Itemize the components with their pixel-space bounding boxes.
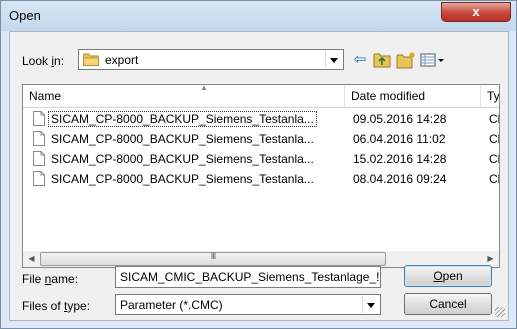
files-of-type-label: Files of type: <box>22 299 91 313</box>
dialog-title: Open <box>9 8 41 23</box>
file-type-dropdown[interactable]: Parameter (*.CMC) <box>115 294 381 315</box>
look-in-dropdown[interactable]: export <box>78 49 344 70</box>
file-date: 08.04.2016 09:24 <box>353 172 447 186</box>
close-button[interactable]: x <box>441 2 511 22</box>
dialog-body: Look in: export ⇦ ▲ Name Date modified T… <box>9 31 509 321</box>
scroll-left-icon[interactable]: ◀ <box>23 251 40 267</box>
chevron-down-icon[interactable] <box>325 51 342 68</box>
file-date: 09.05.2016 14:28 <box>353 112 447 126</box>
file-list[interactable]: ▲ Name Date modified Ty SICAM_CP-8000_BA… <box>22 84 500 254</box>
folder-icon <box>83 53 99 66</box>
file-date: 06.04.2016 11:02 <box>353 132 446 146</box>
file-row[interactable]: SICAM_CP-8000_BACKUP_Siemens_Testanla...… <box>23 130 500 148</box>
list-header: ▲ Name Date modified Ty <box>23 85 499 108</box>
look-in-label: Look in: <box>22 54 65 68</box>
file-type-value: Parameter (*.CMC) <box>120 298 223 312</box>
file-type: Cl <box>489 132 500 146</box>
back-arrow-icon[interactable]: ⇦ <box>350 50 370 70</box>
cancel-button[interactable]: Cancel <box>404 293 492 315</box>
file-date: 15.02.2016 14:28 <box>353 152 447 166</box>
column-header-date-modified[interactable]: Date modified <box>345 85 481 107</box>
file-row[interactable]: SICAM_CP-8000_BACKUP_Siemens_Testanla...… <box>23 150 500 168</box>
close-icon: x <box>472 4 480 19</box>
file-name-label: File name: <box>22 272 79 286</box>
up-folder-icon[interactable] <box>373 51 391 69</box>
column-header-type[interactable]: Ty <box>481 85 499 107</box>
open-button[interactable]: Open <box>404 265 492 287</box>
file-name: SICAM_CP-8000_BACKUP_Siemens_Testanla... <box>51 152 314 166</box>
file-row[interactable]: SICAM_CP-8000_BACKUP_Siemens_Testanla...… <box>23 170 500 188</box>
title-bar[interactable]: Open x <box>1 1 516 31</box>
file-icon <box>33 151 45 166</box>
file-type: Cl <box>489 152 500 166</box>
column-header-name[interactable]: Name <box>23 85 345 107</box>
file-name: SICAM_CP-8000_BACKUP_Siemens_Testanla... <box>48 111 317 127</box>
scroll-thumb[interactable]: III <box>40 251 386 266</box>
new-folder-icon[interactable] <box>396 51 416 69</box>
file-icon <box>33 111 45 126</box>
views-menu-icon[interactable] <box>420 51 446 69</box>
file-name: SICAM_CP-8000_BACKUP_Siemens_Testanla... <box>51 172 314 186</box>
file-type: Cl <box>489 112 500 126</box>
look-in-value: export <box>105 53 139 67</box>
resize-grip[interactable] <box>495 307 505 317</box>
file-type: Cl <box>489 172 500 186</box>
open-dialog: Open x Look in: export ⇦ ▲ Name Date mod… <box>0 0 517 329</box>
file-name-input[interactable]: SICAM_CMIC_BACKUP_Siemens_Testanlage_! <box>115 266 381 288</box>
chevron-down-icon[interactable] <box>362 296 379 313</box>
file-row[interactable]: SICAM_CP-8000_BACKUP_Siemens_Testanla...… <box>23 110 500 128</box>
file-icon <box>33 131 45 146</box>
file-name-value: SICAM_CMIC_BACKUP_Siemens_Testanlage_! <box>120 270 380 284</box>
file-icon <box>33 171 45 186</box>
file-name: SICAM_CP-8000_BACKUP_Siemens_Testanla... <box>51 132 314 146</box>
thumb-grip-icon: III <box>210 251 217 261</box>
